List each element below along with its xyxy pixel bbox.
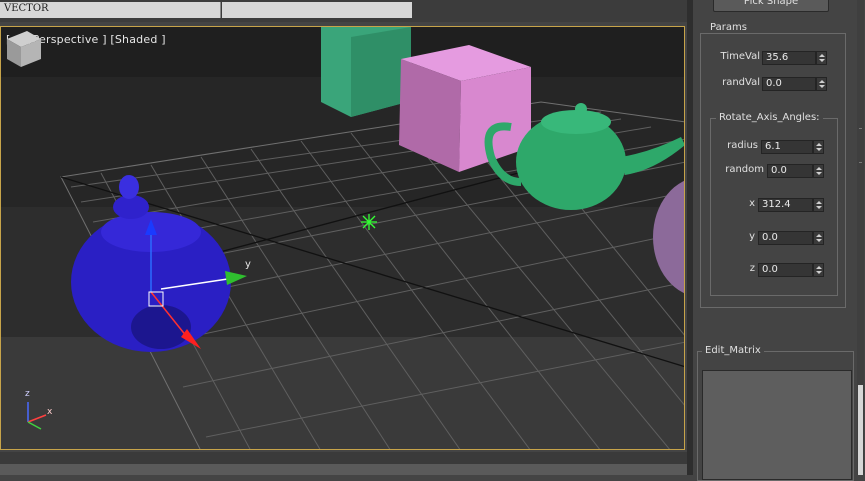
pivot-cross xyxy=(361,214,377,230)
randval-spin-arrows[interactable] xyxy=(816,77,827,91)
params-title: Params xyxy=(707,22,750,33)
z-label: z xyxy=(749,263,755,274)
top-text-field-value: VECTOR xyxy=(4,3,49,14)
random-input[interactable]: 0.0 xyxy=(767,164,813,178)
radius-label: radius xyxy=(727,140,758,151)
panel-scrollbar-thumb[interactable] xyxy=(858,385,863,475)
y-spin-arrows[interactable] xyxy=(813,231,824,245)
edit-matrix-area[interactable] xyxy=(702,370,852,480)
viewcube-icon[interactable] xyxy=(1,27,45,71)
random-spin-arrows[interactable] xyxy=(813,164,824,178)
radius-input[interactable]: 6.1 xyxy=(761,140,813,154)
timeval-label: TimeVal xyxy=(720,51,760,62)
edit-matrix-title: Edit_Matrix xyxy=(702,345,764,356)
randval-input[interactable]: 0.0 xyxy=(762,77,816,91)
gizmo-y-label: y xyxy=(245,259,251,270)
z-spin-arrows[interactable] xyxy=(813,263,824,277)
x-spin-arrows[interactable] xyxy=(813,198,824,212)
rotate-axis-title: Rotate_Axis_Angles: xyxy=(716,112,823,123)
scroll-tick xyxy=(859,128,862,129)
random-label: random xyxy=(725,164,764,175)
y-label: y xyxy=(749,231,755,242)
timeval-spin-arrows[interactable] xyxy=(816,51,827,65)
top-text-field[interactable]: VECTOR xyxy=(0,2,221,18)
viewport-scene xyxy=(1,27,684,449)
timeval-input[interactable]: 35.6 xyxy=(762,51,816,65)
tripod-z-label: z xyxy=(25,389,30,399)
green-box xyxy=(321,27,411,117)
pink-box xyxy=(399,45,531,172)
tripod-x-label: x xyxy=(47,407,53,417)
scroll-tick xyxy=(859,162,862,163)
top-text-field-2[interactable] xyxy=(222,2,412,18)
pick-shape-button[interactable]: Pick Shape xyxy=(713,0,829,12)
x-input[interactable]: 312.4 xyxy=(758,198,813,212)
perspective-viewport[interactable]: [+] [Perspective ] [Shaded ] y z x xyxy=(0,26,685,450)
randval-label: randVal xyxy=(722,77,760,88)
y-input[interactable]: 0.0 xyxy=(758,231,813,245)
z-input[interactable]: 0.0 xyxy=(758,263,813,277)
radius-spin-arrows[interactable] xyxy=(813,140,824,154)
time-slider-track[interactable] xyxy=(0,464,688,475)
x-label: x xyxy=(749,198,755,209)
